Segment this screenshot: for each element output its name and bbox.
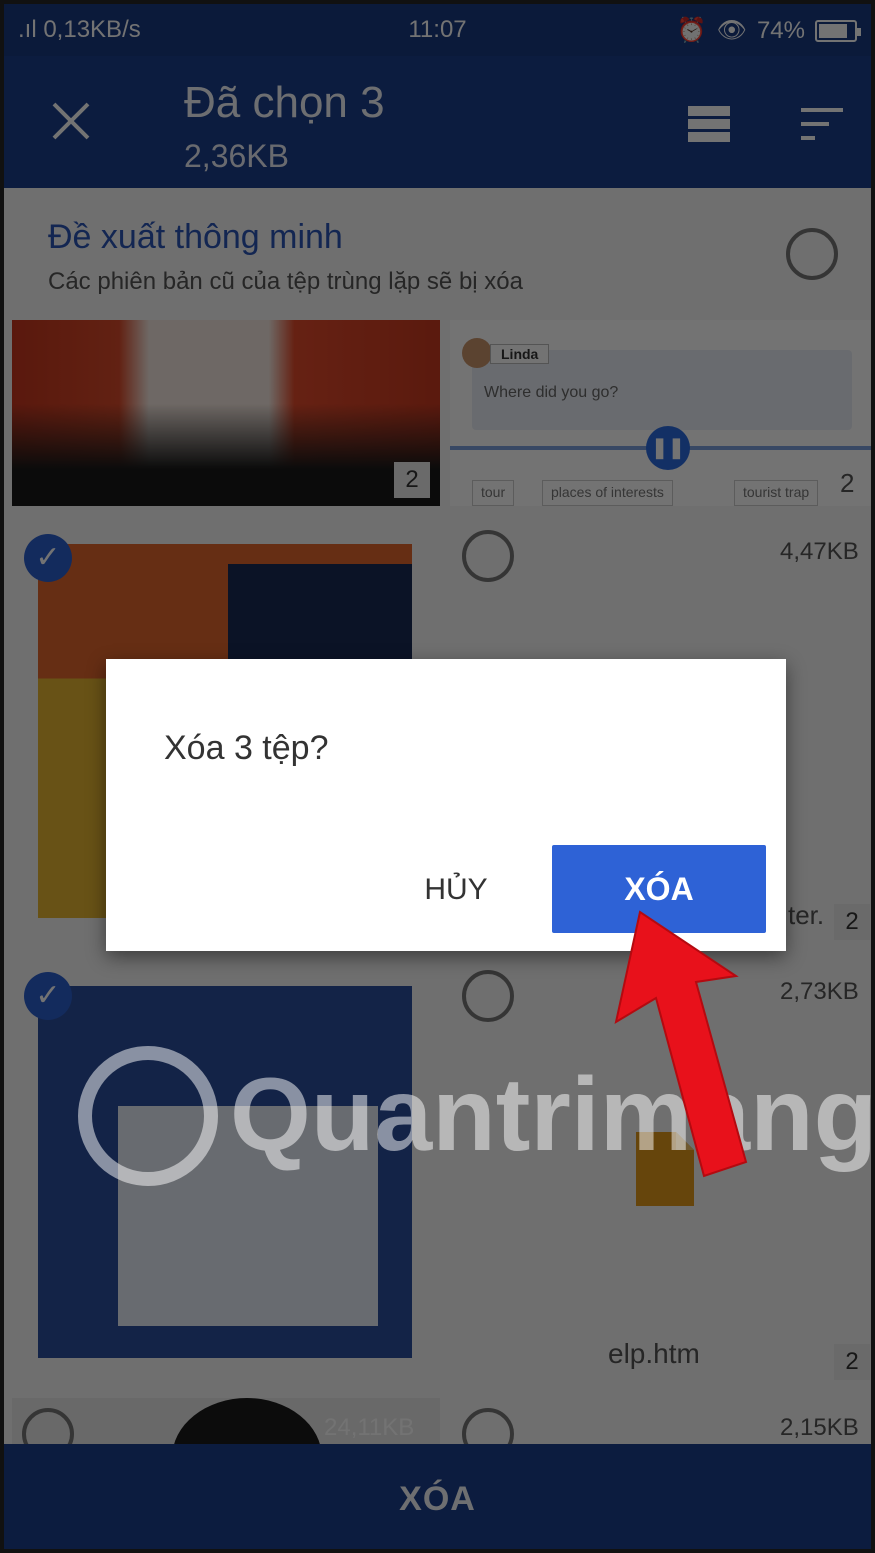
duplicate-count-badge: 2 (834, 904, 870, 940)
unselected-checkbox[interactable] (462, 970, 514, 1022)
unselected-checkbox[interactable] (462, 530, 514, 582)
delete-confirm-dialog: Xóa 3 tệp? HỦY XÓA (106, 659, 786, 951)
duplicate-count-badge: 2 (834, 1344, 870, 1380)
close-icon[interactable] (48, 98, 94, 144)
status-bar: .ıl 0,13KB/s 11:07 ⏰ 👁 74% (4, 4, 871, 56)
smart-suggestion-title: Đề xuất thông minh (48, 218, 343, 256)
dialog-title: Xóa 3 tệp? (164, 729, 329, 767)
battery-icon (815, 19, 861, 42)
select-group-checkbox[interactable] (786, 228, 838, 280)
sort-icon[interactable] (799, 104, 845, 144)
bottom-action-bar: XÓA (4, 1444, 871, 1549)
chat-message: Where did you go? (484, 384, 619, 401)
image-thumbnail[interactable] (12, 320, 440, 506)
file-name-fragment: ter. (788, 900, 825, 930)
duplicate-count-badge: 2 (394, 462, 430, 498)
duplicate-count-badge: 2 (840, 468, 855, 498)
selection-size: 2,36KB (184, 138, 289, 174)
pause-icon: ❚❚ (646, 426, 690, 470)
selection-app-bar: Đã chọn 3 2,36KB (4, 56, 871, 188)
cancel-button[interactable]: HỦY (394, 847, 518, 933)
file-name-fragment: elp.htm (608, 1338, 700, 1369)
lightbulb-logo-icon (78, 1046, 218, 1186)
checked-icon[interactable]: ✓ (24, 972, 72, 1020)
chat-screenshot-thumbnail[interactable]: Linda Where did you go? ❚❚ tour places o… (450, 320, 871, 506)
list-view-icon[interactable] (686, 104, 732, 144)
chat-sender-name: Linda (490, 344, 550, 364)
selection-count-title: Đã chọn 3 (184, 78, 385, 127)
delete-button[interactable]: XÓA (4, 1480, 871, 1519)
alarm-icon: ⏰ (676, 17, 707, 44)
file-size: 2,15KB (780, 1414, 859, 1441)
tag-chip: tourist trap (734, 480, 819, 506)
eye-icon: 👁 (716, 17, 747, 44)
file-size: 2,73KB (780, 978, 859, 1005)
checked-icon[interactable]: ✓ (24, 534, 72, 582)
file-size: 24,11KB (324, 1414, 415, 1441)
confirm-delete-button[interactable]: XÓA (552, 845, 766, 933)
battery-percent: 74% (756, 16, 805, 44)
phone-screen: .ıl 0,13KB/s 11:07 ⏰ 👁 74% Đã chọn 3 2,3… (0, 0, 875, 1553)
avatar (462, 338, 492, 368)
file-size: 4,47KB (780, 538, 859, 565)
status-right: ⏰ 👁 74% (676, 16, 861, 45)
tag-chip: tour (472, 480, 515, 506)
tag-chip: places of interests (542, 480, 673, 506)
smart-suggestion-subtitle: Các phiên bản cũ của tệp trùng lặp sẽ bị… (48, 268, 523, 295)
watermark-text: Quantrimang (230, 1057, 875, 1173)
